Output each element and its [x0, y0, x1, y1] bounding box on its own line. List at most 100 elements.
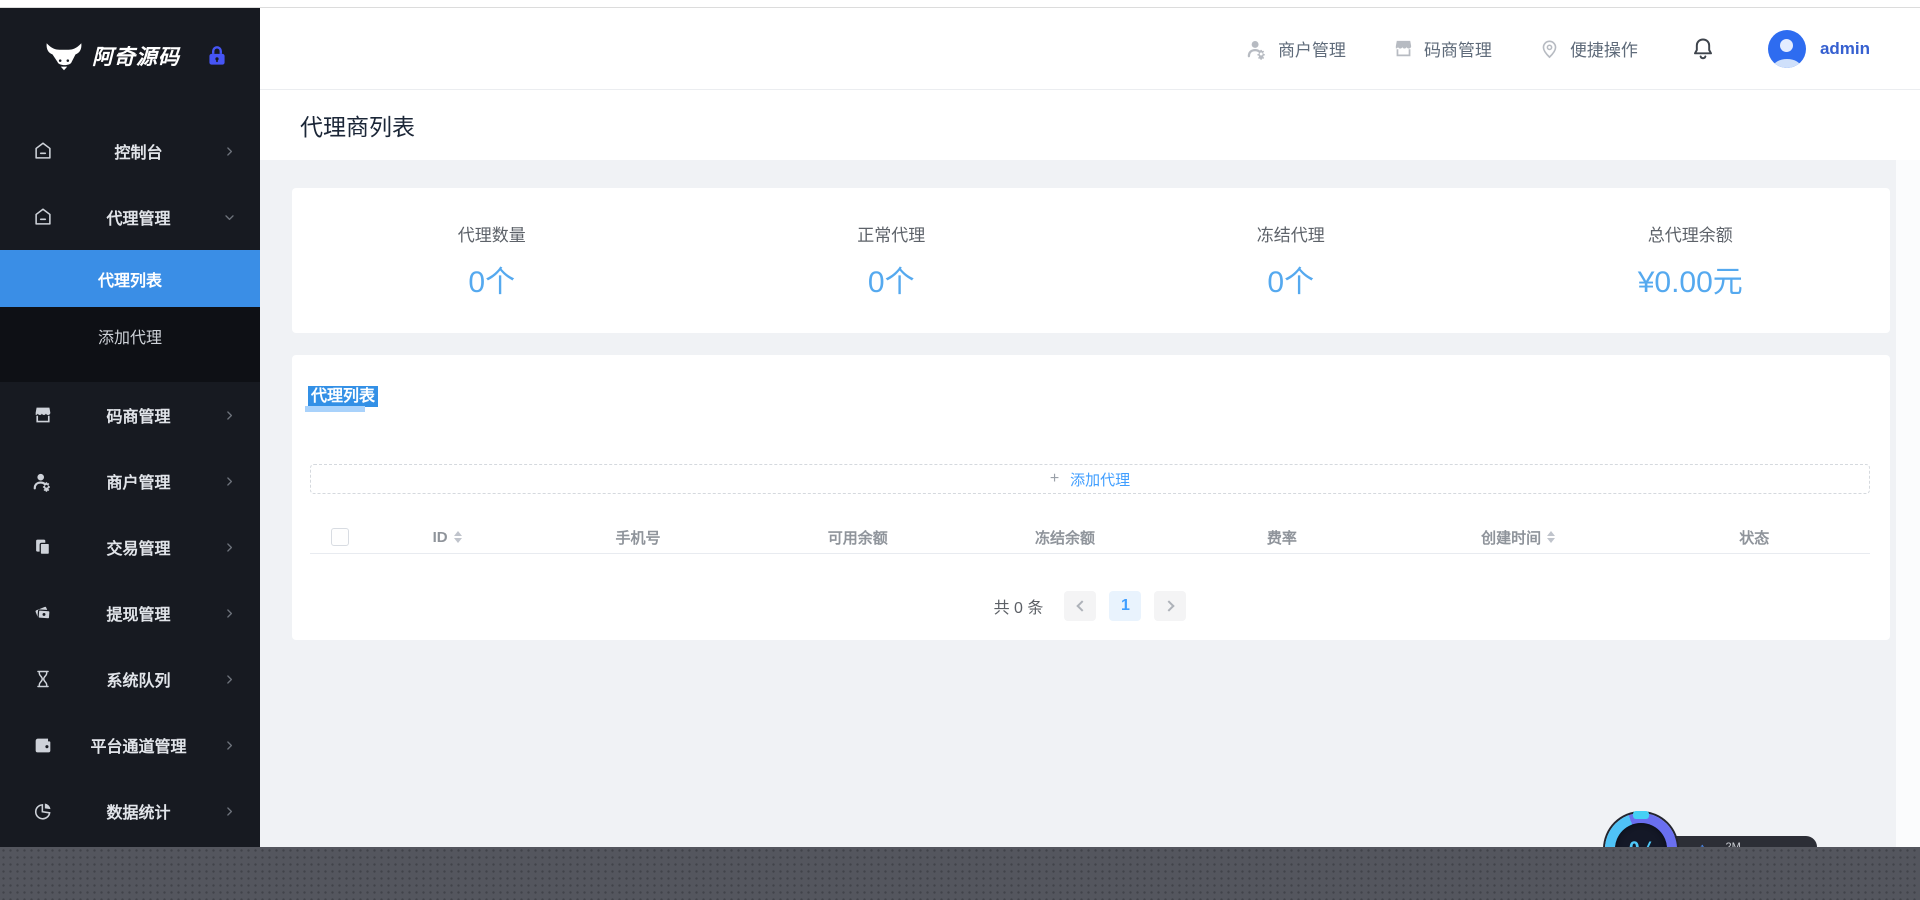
documents-icon — [32, 536, 54, 558]
home-icon — [32, 206, 54, 228]
window-top-strip — [0, 0, 1920, 8]
user-menu[interactable]: admin — [1767, 29, 1870, 68]
sidebar-item-label: 代理管理 — [106, 211, 171, 228]
location-pin-icon — [1538, 37, 1561, 60]
gauge-value: 0/ — [1615, 823, 1667, 847]
chevron-right-icon — [223, 673, 236, 686]
page-title-band: 代理商列表 — [260, 90, 1920, 160]
stats-card: 代理数量 0个 正常代理 0个 冻结代理 0个 总代理余额 ¥0.00元 — [292, 188, 1890, 333]
sidebar-item-system-queue[interactable]: 系统队列 — [0, 646, 260, 712]
column-header-rate: 费率 — [1266, 529, 1297, 547]
add-agent-button[interactable]: + 添加代理 — [310, 464, 1870, 494]
column-header-frozen-balance: 冻结余额 — [1035, 529, 1096, 547]
sidebar-item-platform-channel[interactable]: 平台通道管理 — [0, 712, 260, 778]
sidebar-item-label: 商户管理 — [106, 475, 171, 492]
logo: 阿奇源码 — [0, 8, 260, 104]
nav-quick-actions[interactable]: 便捷操作 — [1538, 36, 1638, 61]
chevron-right-icon — [223, 409, 236, 422]
sidebar-item-agent-management[interactable]: 代理管理 — [0, 184, 260, 250]
column-header-status: 状态 — [1739, 529, 1770, 547]
column-header-available-balance: 可用余额 — [827, 529, 888, 547]
gauge-dial: 0/ — [1605, 811, 1677, 847]
stat-label: 总代理余额 — [1647, 225, 1733, 245]
wallet-icon — [32, 734, 54, 756]
section-title: 代理列表 — [304, 382, 379, 412]
sidebar-item-label: 系统队列 — [106, 673, 171, 690]
sidebar-item-label: 平台通道管理 — [90, 739, 187, 756]
sidebar-item-withdraw-management[interactable]: 提现管理 — [0, 580, 260, 646]
gauge-notch — [1633, 811, 1649, 819]
chevron-down-icon — [223, 211, 236, 224]
notification-bell-icon[interactable] — [1690, 36, 1716, 62]
section-title-text: 代理列表 — [308, 386, 379, 407]
sidebar: 阿奇源码 控制台 代理管理 代理列表 添加代理 码商管理 商户管理 交易管理 提… — [0, 8, 260, 847]
stat-value: 0个 — [468, 265, 516, 299]
chevron-right-icon — [223, 541, 236, 554]
upload-arrow-icon: ↑ — [1699, 839, 1706, 848]
stat-value: ¥0.00元 — [1637, 265, 1743, 299]
stat-value: 0个 — [1267, 265, 1315, 299]
banknotes-icon — [32, 602, 54, 624]
stat-normal-agents: 正常代理 0个 — [692, 221, 1092, 301]
stat-label: 正常代理 — [857, 225, 926, 245]
nav-codeshop-management[interactable]: 码商管理 — [1392, 36, 1492, 61]
select-all-checkbox[interactable] — [331, 528, 349, 546]
pagination-total: 共 0 条 — [993, 600, 1044, 617]
chevron-right-icon — [223, 739, 236, 752]
nav-label: 码商管理 — [1423, 41, 1492, 60]
sidebar-item-label: 码商管理 — [106, 409, 171, 426]
sidebar-subitem-add-agent[interactable]: 添加代理 — [0, 307, 260, 364]
pagination-page-1-button[interactable]: 1 — [1109, 591, 1142, 621]
stat-frozen-agents: 冻结代理 0个 — [1091, 221, 1491, 301]
stat-value: 0个 — [867, 265, 915, 299]
sidebar-item-dashboard[interactable]: 控制台 — [0, 118, 260, 184]
chevron-right-icon — [223, 145, 236, 158]
pie-chart-icon — [32, 800, 54, 822]
sidebar-item-data-statistics[interactable]: 数据统计 — [0, 778, 260, 844]
chevron-left-icon — [1076, 600, 1088, 612]
stat-agent-count: 代理数量 0个 — [292, 221, 692, 301]
sidebar-item-merchant-management[interactable]: 商户管理 — [0, 448, 260, 514]
column-header-created-time[interactable]: 创建时间 — [1398, 527, 1639, 548]
chevron-right-icon — [223, 805, 236, 818]
pagination-prev-button[interactable] — [1064, 591, 1097, 621]
stat-label: 冻结代理 — [1256, 225, 1325, 245]
column-header-phone: 手机号 — [615, 529, 661, 547]
nav-label: 商户管理 — [1277, 41, 1346, 60]
nav-merchant-management[interactable]: 商户管理 — [1246, 36, 1346, 61]
bull-logo-icon — [46, 43, 82, 71]
pagination-next-button[interactable] — [1154, 591, 1187, 621]
sidebar-item-label: 数据统计 — [106, 805, 171, 822]
page-title: 代理商列表 — [300, 114, 415, 140]
column-header-id[interactable]: ID — [370, 529, 524, 546]
lock-icon[interactable] — [204, 43, 230, 69]
chevron-right-icon — [1163, 600, 1175, 612]
agent-submenu: 代理列表 添加代理 — [0, 250, 260, 382]
stat-total-balance: 总代理余额 ¥0.00元 — [1491, 221, 1891, 301]
sort-caret-icon[interactable] — [1547, 531, 1556, 543]
top-header: 商户管理 码商管理 便捷操作 admin — [260, 8, 1920, 90]
add-agent-label: 添加代理 — [1070, 471, 1131, 489]
table-header-row: ID 手机号 可用余额 冻结余额 费率 创建时间 状态 — [310, 521, 1870, 554]
desktop-background-strip — [0, 847, 1920, 900]
home-icon — [32, 140, 54, 162]
username: admin — [1819, 38, 1870, 58]
pagination: 共 0 条 1 — [308, 591, 1872, 621]
upload-speed: 2M — [1725, 841, 1741, 847]
shop-icon — [1392, 37, 1415, 60]
user-gear-icon — [32, 470, 54, 492]
sort-caret-icon[interactable] — [453, 531, 462, 543]
scrollbar[interactable] — [1896, 160, 1920, 847]
chevron-right-icon — [223, 607, 236, 620]
nav-label: 便捷操作 — [1569, 41, 1638, 60]
shop-icon — [32, 404, 54, 426]
column-label: ID — [432, 528, 448, 546]
sidebar-item-label: 提现管理 — [106, 607, 171, 624]
stat-label: 代理数量 — [457, 225, 526, 245]
sidebar-item-transaction-management[interactable]: 交易管理 — [0, 514, 260, 580]
speed-gauge-widget[interactable]: ↑ 2M 0/ — [1605, 811, 1825, 848]
sidebar-subitem-agent-list[interactable]: 代理列表 — [0, 250, 260, 307]
sidebar-item-codeshop-management[interactable]: 码商管理 — [0, 382, 260, 448]
chevron-right-icon — [223, 475, 236, 488]
select-all-cell — [310, 528, 370, 546]
